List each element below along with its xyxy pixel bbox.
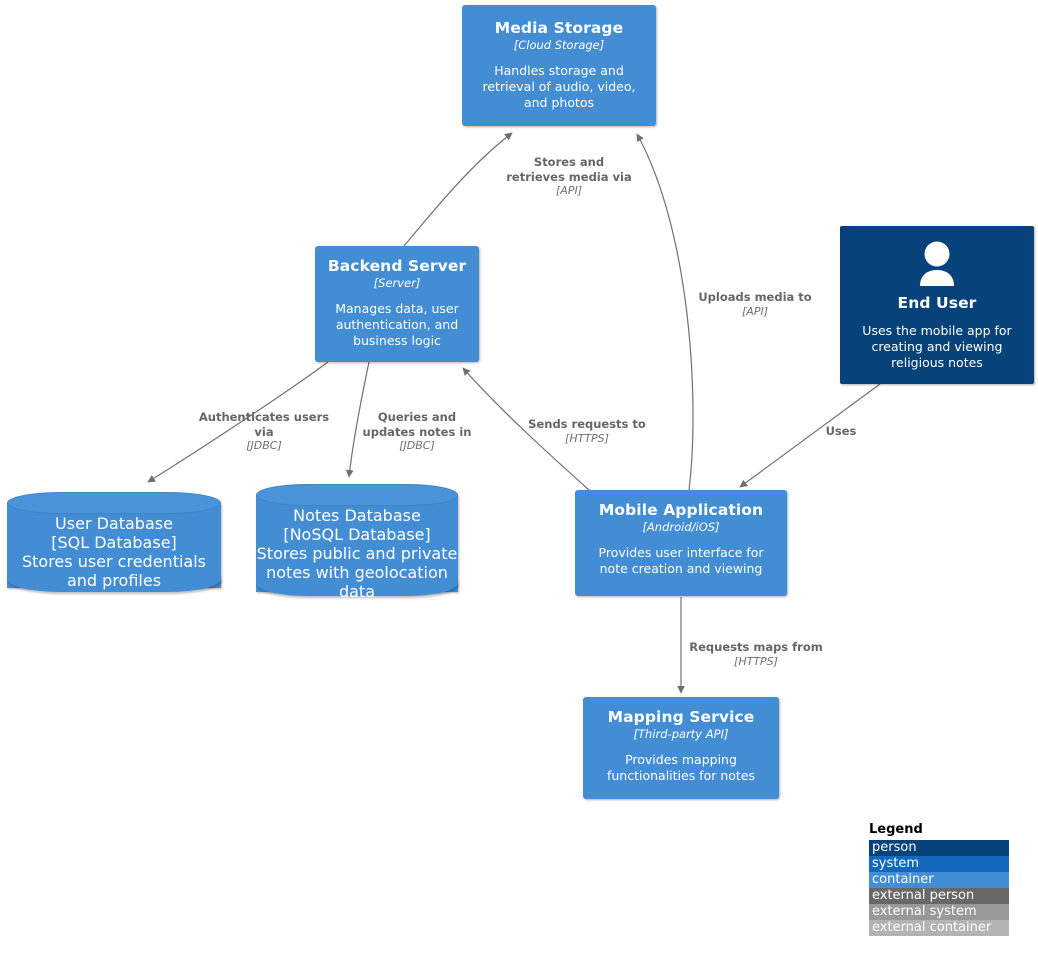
edge-label-line1: Uses bbox=[825, 424, 857, 438]
node-description: Manages data, user authentication, and b… bbox=[335, 301, 459, 348]
edge-label-mobile-to-media: Uploads media to [API] bbox=[690, 290, 820, 319]
edge-label-line1: Stores and bbox=[533, 155, 605, 169]
node-title: User Database bbox=[55, 514, 173, 533]
person-icon bbox=[914, 240, 960, 292]
edge-label-line2: retrieves media via bbox=[506, 169, 632, 184]
legend-item-label: external system bbox=[872, 904, 977, 919]
node-description: Provides mapping functionalities for not… bbox=[606, 752, 756, 783]
edge-label-line1: Sends requests to bbox=[528, 417, 646, 431]
edge-label-tech: [HTTPS] bbox=[734, 654, 778, 668]
node-technology: [Server] bbox=[373, 276, 421, 290]
node-title: Notes Database bbox=[293, 506, 421, 525]
node-mapping-service[interactable]: Mapping Service [Third-party API] Provid… bbox=[583, 697, 779, 799]
edge-label-tech: [API] bbox=[556, 184, 582, 197]
legend-item-label: person bbox=[872, 840, 917, 855]
node-title: End User bbox=[897, 294, 977, 312]
c4-container-diagram: Media Storage [Cloud Storage] Handles st… bbox=[0, 0, 1038, 964]
node-technology: [SQL Database] bbox=[51, 533, 177, 552]
node-title: Mapping Service bbox=[607, 708, 755, 726]
node-end-user[interactable]: End User Uses the mobile app for creatin… bbox=[840, 226, 1034, 384]
node-description: Stores user credentials and profiles bbox=[21, 552, 206, 590]
node-notes-database[interactable]: Notes Database [NoSQL Database] Stores p… bbox=[256, 484, 458, 606]
legend: Legend person system container external … bbox=[869, 822, 1009, 936]
node-text: Notes Database [NoSQL Database] Stores p… bbox=[256, 506, 458, 601]
edge-label-mobile-to-mapping: Requests maps from [HTTPS] bbox=[681, 640, 831, 669]
edge-label-line1: Requests maps from bbox=[689, 640, 823, 654]
node-title: Media Storage bbox=[494, 19, 624, 37]
node-technology: [NoSQL Database] bbox=[283, 525, 431, 544]
legend-item-system: system bbox=[869, 856, 1009, 872]
node-description: Stores public and private notes with geo… bbox=[256, 544, 458, 601]
node-title: Mobile Application bbox=[598, 501, 764, 519]
edge-label-mobile-to-backend: Sends requests to [HTTPS] bbox=[511, 417, 663, 446]
node-user-database[interactable]: User Database [SQL Database] Stores user… bbox=[7, 492, 221, 602]
cylinder-top bbox=[7, 492, 221, 514]
node-description: Provides user interface for note creatio… bbox=[598, 545, 764, 576]
edge-label-line1: Uploads media to bbox=[698, 290, 812, 304]
node-technology: [Third-party API] bbox=[633, 727, 729, 741]
edge-label-tech: [JDBC] bbox=[246, 439, 282, 452]
legend-item-external-container: external container bbox=[869, 920, 1009, 936]
edge-label-line2: updates notes in bbox=[362, 424, 472, 439]
legend-item-external-person: external person bbox=[869, 888, 1009, 904]
node-technology: [Cloud Storage] bbox=[513, 38, 605, 52]
node-description: Uses the mobile app for creating and vie… bbox=[862, 323, 1012, 370]
edge-label-backend-to-notesdb: Queries and updates notes in [JDBC] bbox=[355, 410, 479, 454]
node-text: User Database [SQL Database] Stores user… bbox=[7, 514, 221, 590]
edge-label-backend-to-media: Stores and retrieves media via [API] bbox=[489, 155, 649, 199]
node-mobile-application[interactable]: Mobile Application [Android/iOS] Provide… bbox=[575, 490, 787, 596]
legend-item-label: system bbox=[872, 856, 919, 871]
node-technology: [Android/iOS] bbox=[642, 520, 720, 534]
edge-label-tech: [API] bbox=[742, 304, 768, 318]
node-title: Backend Server bbox=[327, 257, 467, 275]
edge-label-enduser-to-mobile: Uses bbox=[805, 424, 877, 439]
edge-label-line2: via bbox=[254, 424, 274, 439]
edge-label-line1: Queries and bbox=[377, 410, 457, 424]
legend-item-person: person bbox=[869, 840, 1009, 856]
edge-label-line1: Authenticates users bbox=[198, 410, 330, 424]
legend-item-external-system: external system bbox=[869, 904, 1009, 920]
node-description: Handles storage and retrieval of audio, … bbox=[482, 63, 636, 110]
node-media-storage[interactable]: Media Storage [Cloud Storage] Handles st… bbox=[462, 5, 656, 126]
node-backend-server[interactable]: Backend Server [Server] Manages data, us… bbox=[315, 246, 479, 362]
legend-item-label: external person bbox=[872, 888, 975, 903]
legend-item-container: container bbox=[869, 872, 1009, 888]
legend-item-label: external container bbox=[872, 920, 992, 935]
legend-item-label: container bbox=[872, 872, 934, 887]
edge-label-tech: [HTTPS] bbox=[565, 431, 609, 445]
edge-layer bbox=[147, 132, 881, 694]
cylinder-top bbox=[256, 484, 458, 506]
edge-label-backend-to-userdb: Authenticates users via [JDBC] bbox=[186, 410, 342, 454]
edge-label-tech: [JDBC] bbox=[399, 439, 435, 452]
legend-title: Legend bbox=[869, 822, 923, 837]
